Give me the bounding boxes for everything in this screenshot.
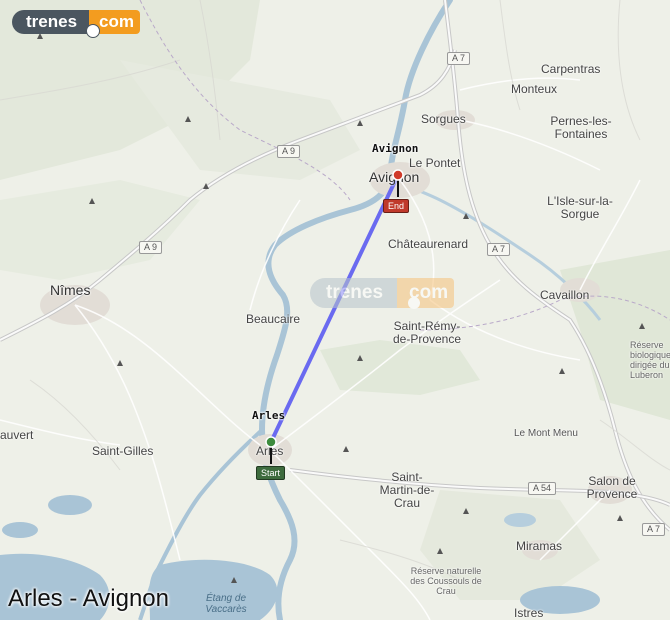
destination-station-label: Avignon <box>372 142 419 155</box>
logo-text-trenes: trenes <box>12 10 90 34</box>
place-salon-de-provence: Salon de Provence <box>586 474 638 501</box>
watermark-logo: trenes com <box>310 278 455 309</box>
map-background <box>0 0 670 620</box>
road-a9-shield: A 9 <box>139 241 163 254</box>
place-carpentras: Carpentras <box>541 62 601 76</box>
start-tag: Start <box>256 466 286 480</box>
place-vauvert: auvert <box>0 428 34 442</box>
watermark-logo-dot <box>408 297 420 309</box>
road-a9-shield: A 9 <box>277 145 301 158</box>
place-reserve-luberon: Réserve biologique dirigée du Luberon <box>630 340 670 380</box>
origin-station-label: Arles <box>252 409 286 422</box>
logo-dot <box>86 24 100 38</box>
route-title: Arles - Avignon <box>8 585 169 612</box>
place-chateaurenard: Châteaurenard <box>388 237 469 251</box>
place-saint-remy: Saint-Rémy-de-Provence <box>392 319 462 346</box>
place-reserve-coussouls: Réserve naturelle des Coussouls de Crau <box>410 566 482 596</box>
place-sorgues: Sorgues <box>421 112 466 126</box>
end-marker[interactable] <box>390 167 406 199</box>
place-isle-sur-la-sorgue: L'Isle-sur-la-Sorgue <box>547 194 613 221</box>
place-etang-de-vaccares: Étang de Vaccarès <box>205 593 247 615</box>
place-monteux: Monteux <box>511 82 558 96</box>
road-a7-shield: A 7 <box>447 52 471 65</box>
place-beaucaire: Beaucaire <box>246 312 301 326</box>
start-marker[interactable] <box>263 434 279 466</box>
end-tag: End <box>383 199 410 213</box>
road-a7-shield: A 7 <box>642 523 666 536</box>
map[interactable]: Nîmes Avignon Arles Sorgues Le Pontet Ca… <box>0 0 670 620</box>
place-saint-gilles: Saint-Gilles <box>92 444 154 458</box>
road-a54-shield: A 54 <box>528 482 557 495</box>
place-istres: Istres <box>514 606 544 620</box>
place-saint-martin-de-crau: Saint-Martin-de-Crau <box>379 470 435 510</box>
watermark-logo-right: com <box>397 278 455 308</box>
place-pernes: Pernes-les-Fontaines <box>550 114 612 141</box>
place-cavaillon: Cavaillon <box>540 288 590 302</box>
place-miramas: Miramas <box>516 539 563 553</box>
watermark-logo-left: trenes <box>310 278 398 308</box>
place-le-mont-menu: Le Mont Menu <box>514 428 578 439</box>
place-le-pontet: Le Pontet <box>409 156 461 170</box>
trenes-logo[interactable]: trenes com <box>12 10 140 38</box>
place-nimes: Nîmes <box>50 282 91 298</box>
road-a7-shield: A 7 <box>487 243 511 256</box>
